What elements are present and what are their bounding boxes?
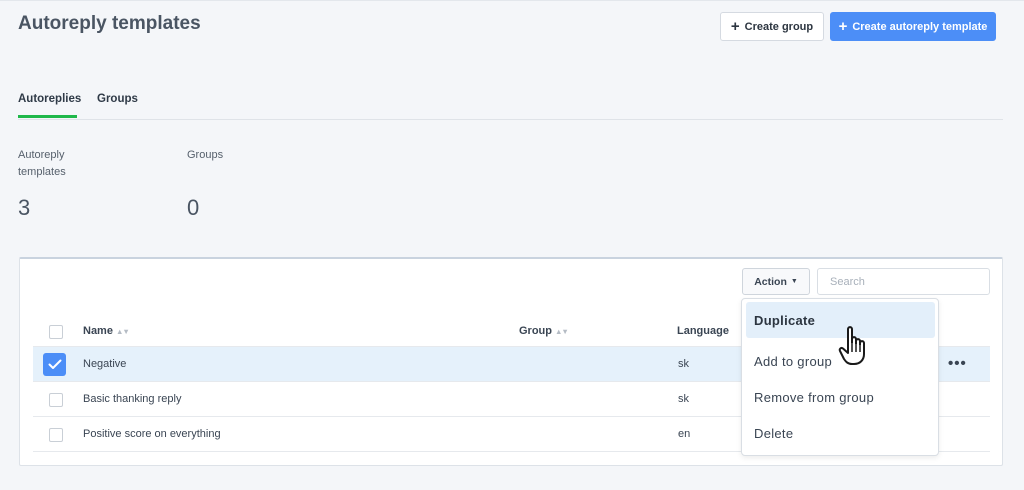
menu-item-delete[interactable]: Delete (746, 415, 935, 451)
column-header-group[interactable]: Group ▲▼ (519, 325, 569, 337)
row-language: sk (678, 358, 689, 370)
column-header-language: Language (677, 325, 729, 337)
create-group-button[interactable]: + Create group (720, 12, 824, 41)
row-name: Negative (83, 358, 127, 370)
column-group-label: Group (519, 325, 552, 337)
tab-bar: Autoreplies Groups (18, 93, 1003, 120)
plus-icon: + (730, 18, 740, 35)
top-border (0, 0, 1024, 1)
row-language: sk (678, 393, 689, 405)
row-checkbox[interactable] (49, 428, 63, 442)
action-menu: Duplicate Add to group Remove from group… (741, 298, 939, 456)
plus-icon: + (838, 18, 848, 35)
stat-value: 0 (187, 195, 200, 220)
column-header-name[interactable]: Name ▲▼ (83, 325, 130, 337)
action-label: Action (754, 275, 787, 288)
create-group-label: Create group (744, 20, 814, 33)
stat-label: Groups (187, 149, 224, 161)
more-options-icon[interactable]: ••• (948, 355, 967, 372)
stat-value: 3 (18, 195, 31, 220)
row-checkbox[interactable] (49, 393, 63, 407)
row-name: Positive score on everything (83, 428, 221, 440)
hand-pointer-cursor-icon (838, 326, 865, 365)
tab-groups[interactable]: Groups (97, 93, 138, 105)
sort-icon: ▲▼ (115, 326, 130, 336)
row-language: en (678, 428, 691, 440)
stat-autoreply-templates: Autoreply templates 3 (18, 147, 98, 221)
action-dropdown-button[interactable]: Action ▼ (742, 268, 810, 295)
row-checkbox-checked[interactable] (43, 353, 66, 376)
check-icon (48, 359, 61, 369)
menu-item-remove-from-group[interactable]: Remove from group (746, 379, 935, 415)
create-autoreply-template-button[interactable]: + Create autoreply template (830, 12, 996, 41)
caret-down-icon: ▼ (790, 278, 798, 285)
sort-icon: ▲▼ (555, 326, 569, 336)
stat-label: Autoreply templates (18, 149, 66, 178)
active-tab-indicator (18, 115, 77, 118)
row-name: Basic thanking reply (83, 393, 182, 405)
search-input[interactable] (817, 268, 990, 295)
column-name-label: Name (83, 325, 113, 337)
tab-autoreplies[interactable]: Autoreplies (18, 93, 81, 105)
select-all-checkbox[interactable] (49, 325, 63, 339)
column-language-label: Language (677, 325, 729, 337)
page-title: Autoreply templates (18, 13, 201, 34)
stat-groups: Groups 0 (187, 147, 223, 221)
create-template-label: Create autoreply template (852, 20, 988, 33)
